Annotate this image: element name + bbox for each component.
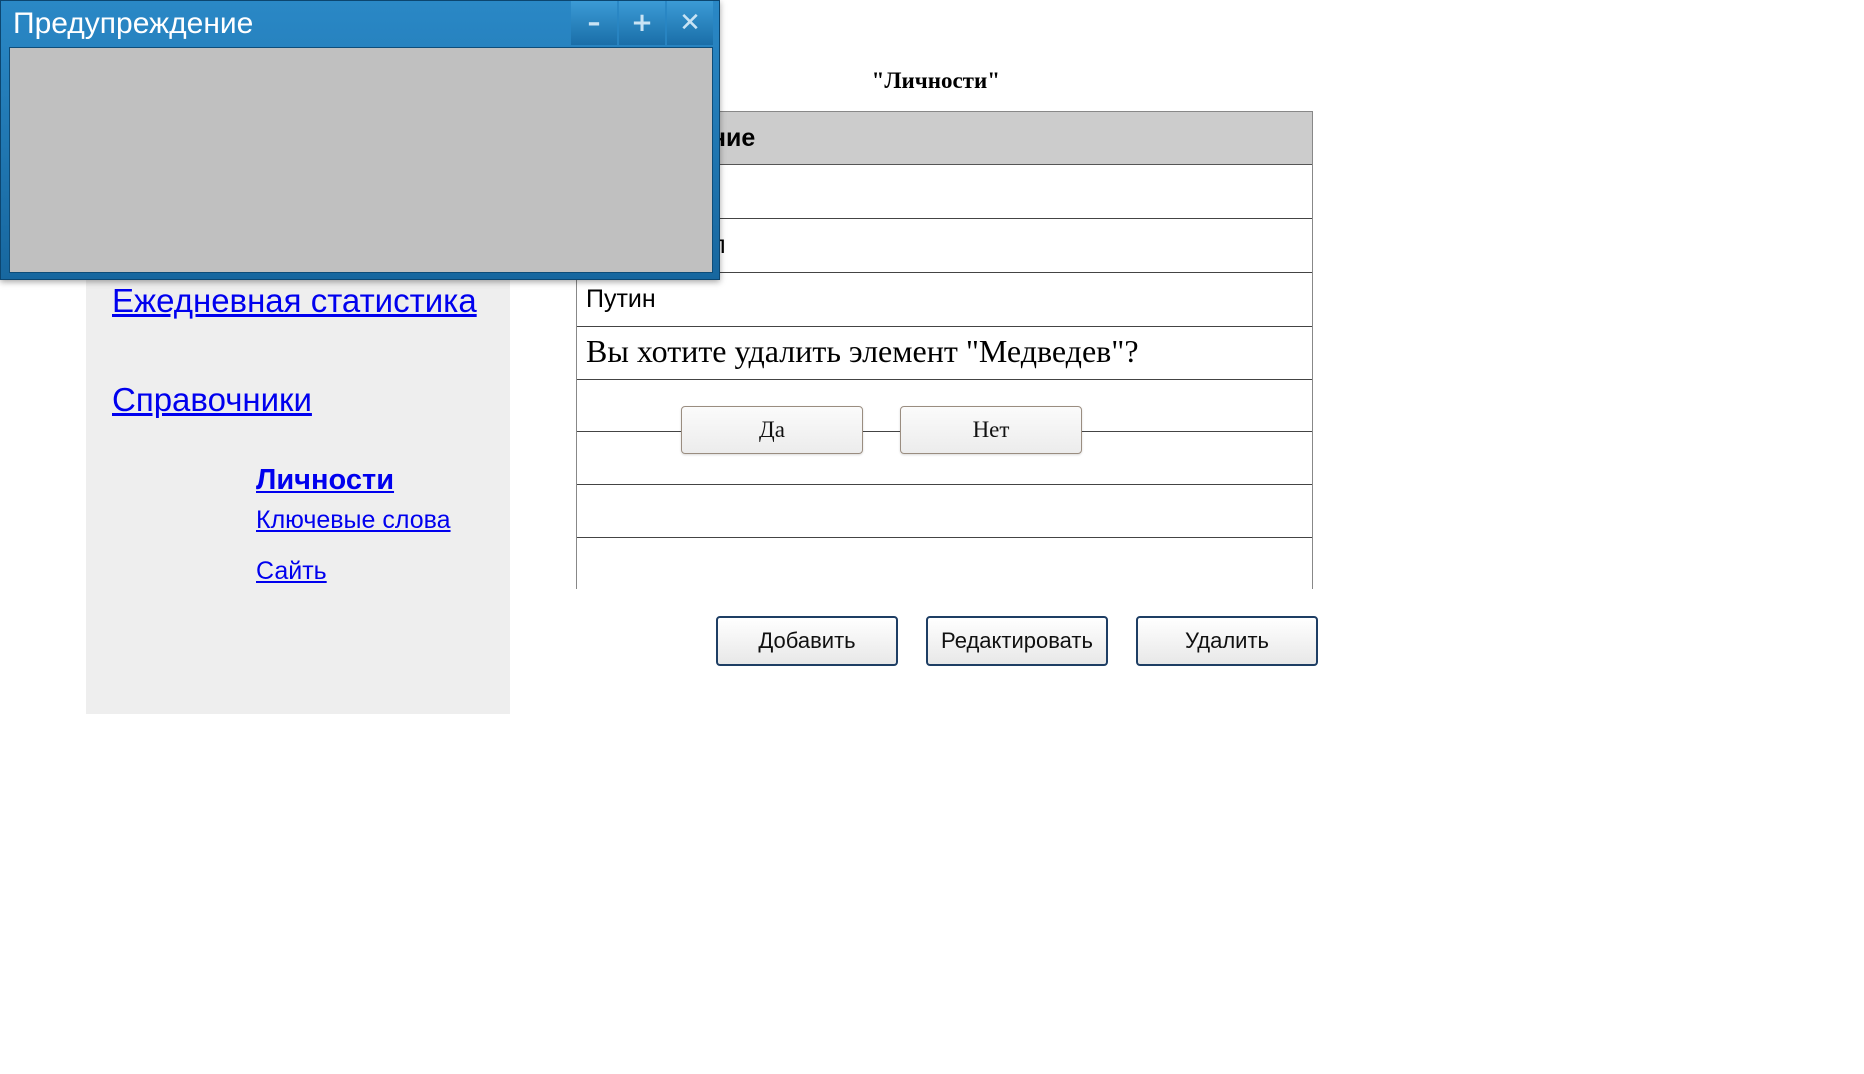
close-icon[interactable]: ✕	[667, 1, 713, 45]
nav-sites-link[interactable]: Сайть	[256, 557, 327, 586]
section-heading-text: "Личности"	[871, 68, 1000, 93]
confirm-no-button[interactable]: Нет	[900, 406, 1082, 454]
dialog-title: Предупреждение	[13, 7, 254, 40]
minimize-icon[interactable]: –	[571, 1, 617, 45]
nav-keywords-link[interactable]: Ключевые слова	[256, 506, 451, 535]
nav-directories-link[interactable]: Справочники	[112, 381, 312, 419]
plus-icon[interactable]: +	[619, 1, 665, 45]
table-row	[577, 485, 1312, 538]
add-button[interactable]: Добавить	[716, 616, 898, 666]
confirm-message: Вы хотите удалить элемент "Медведев"?	[586, 333, 1139, 369]
table-cell: Путин	[586, 285, 656, 313]
window-controls: – + ✕	[569, 1, 713, 45]
nav-persons-link[interactable]: Личности	[256, 464, 394, 497]
table-row[interactable]: Путин	[577, 273, 1312, 327]
nav-daily-stats-link[interactable]: Ежедневная статистика	[112, 282, 477, 320]
confirm-yes-button[interactable]: Да	[681, 406, 863, 454]
delete-button[interactable]: Удалить	[1136, 616, 1318, 666]
warning-dialog[interactable]: Предупреждение – + ✕	[0, 0, 720, 280]
edit-button[interactable]: Редактировать	[926, 616, 1108, 666]
dialog-body	[9, 47, 713, 273]
confirm-message-row: Вы хотите удалить элемент "Медведев"?	[577, 327, 1312, 380]
